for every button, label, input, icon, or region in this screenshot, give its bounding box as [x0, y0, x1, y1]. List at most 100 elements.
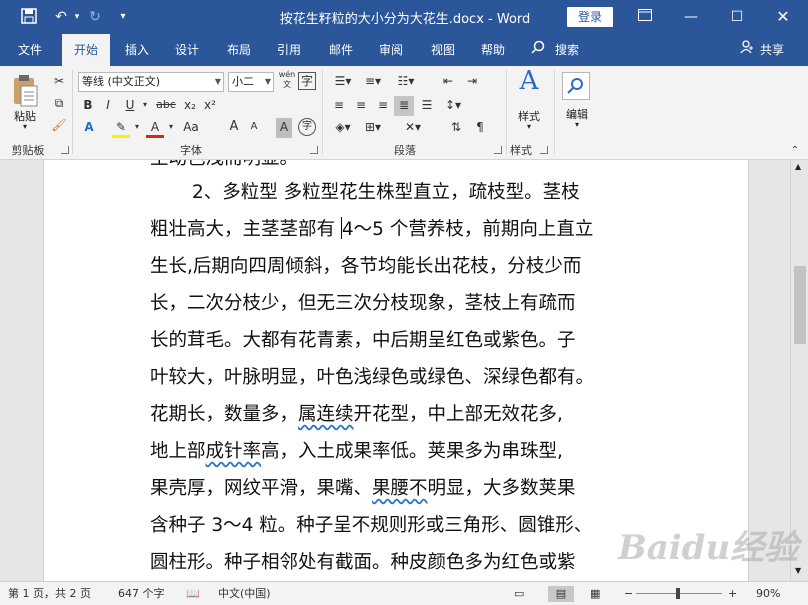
paste-icon[interactable] — [10, 74, 40, 108]
language-indicator[interactable]: 中文(中国) — [218, 586, 271, 602]
paragraph-launcher-icon[interactable] — [494, 146, 502, 154]
decrease-indent-icon[interactable]: ⇤ — [438, 72, 458, 92]
show-marks-icon[interactable]: ¶ — [470, 118, 490, 138]
sort-icon[interactable]: ⇅ — [446, 118, 466, 138]
tab-mailings[interactable]: 邮件 — [318, 34, 364, 66]
highlight-dropdown-icon[interactable]: ▾ — [132, 118, 142, 138]
grammar-flag[interactable]: 属连续 — [298, 404, 354, 425]
subscript-button[interactable]: x₂ — [182, 96, 198, 116]
italic-button[interactable]: I — [100, 96, 116, 116]
watermark-text: Baidu经验 — [618, 528, 799, 568]
web-layout-icon[interactable]: ▦ — [590, 586, 600, 602]
change-case-button[interactable]: Aa — [180, 118, 202, 138]
text-segment: 粗壮高大，主茎茎部有 — [150, 219, 336, 240]
zoom-out-button[interactable]: − — [624, 586, 633, 602]
tab-help[interactable]: 帮助 — [470, 34, 516, 66]
scrollbar-thumb[interactable] — [794, 266, 806, 344]
scroll-up-icon[interactable]: ▲ — [795, 162, 801, 171]
save-icon[interactable] — [20, 8, 38, 26]
ribbon-display-options-icon[interactable] — [622, 0, 668, 34]
highlight-icon[interactable]: ✎ — [112, 118, 130, 138]
customize-quick-access-icon[interactable]: ▾ — [114, 8, 132, 26]
grammar-flag[interactable]: 成针率 — [206, 441, 262, 462]
bullets-icon[interactable]: ☰▾ — [330, 72, 356, 92]
copy-icon[interactable]: ⧉ — [50, 94, 68, 114]
shrink-font-button[interactable]: A — [246, 118, 262, 138]
text-segment: 高，入土成果率低。荚果多为串珠型, — [261, 441, 563, 462]
document-page[interactable]: 生动色浅而明显。 2、多粒型 多粒型花生株型直立，疏枝型。茎枝 粗壮高大，主茎茎… — [43, 160, 749, 581]
text-segment: 4～5 个营养枝，前期向上直立 — [341, 219, 594, 240]
close-icon[interactable]: ✕ — [760, 0, 806, 34]
find-icon[interactable] — [562, 72, 590, 100]
share-icon[interactable] — [738, 34, 756, 66]
shading-icon[interactable]: ◈▾ — [330, 118, 356, 138]
tab-review[interactable]: 审阅 — [368, 34, 414, 66]
phonetic-guide-button[interactable]: wén 文 — [278, 70, 296, 90]
grammar-flag[interactable]: 果腰不 — [372, 478, 428, 499]
font-name-combo[interactable]: 等线 (中文正文) ▼ — [78, 72, 224, 92]
tab-view[interactable]: 视图 — [420, 34, 466, 66]
borders-icon[interactable]: ⊞▾ — [360, 118, 386, 138]
grow-font-button[interactable]: A — [226, 118, 242, 138]
collapse-ribbon-icon[interactable]: ⌃ — [788, 142, 802, 162]
chinese-layout-icon[interactable]: ✕▾ — [400, 118, 426, 138]
font-color-button[interactable]: A — [146, 118, 164, 138]
search-label[interactable]: 搜索 — [550, 34, 584, 66]
chevron-down-icon: ▼ — [264, 77, 271, 86]
justify-icon[interactable]: ≣ — [394, 96, 414, 116]
styles-launcher-icon[interactable] — [540, 146, 548, 154]
search-icon[interactable] — [530, 34, 546, 66]
enclose-character-button[interactable]: 字 — [298, 72, 316, 90]
align-center-icon[interactable]: ≡ — [352, 96, 370, 116]
clipboard-launcher-icon[interactable] — [61, 146, 69, 154]
tab-design[interactable]: 设计 — [164, 34, 210, 66]
paragraph-group-label: 段落 — [394, 144, 416, 157]
styles-dropdown-icon[interactable]: ▾ — [524, 122, 534, 131]
cut-icon[interactable]: ✂ — [50, 72, 68, 92]
font-launcher-icon[interactable] — [310, 146, 318, 154]
read-mode-icon[interactable]: ▭ — [514, 586, 524, 602]
paste-dropdown-icon[interactable]: ▾ — [20, 122, 30, 131]
tab-home[interactable]: 开始 — [62, 34, 110, 66]
font-color-dropdown-icon[interactable]: ▾ — [166, 118, 176, 138]
format-painter-icon[interactable]: 🖌 — [50, 116, 68, 136]
character-shading-button[interactable]: A — [276, 118, 292, 138]
increase-indent-icon[interactable]: ⇥ — [462, 72, 482, 92]
share-button[interactable]: 共享 — [756, 34, 788, 66]
print-layout-icon[interactable]: ▤ — [548, 586, 574, 602]
enclose-char-circle-button[interactable]: 字 — [298, 118, 316, 136]
redo-icon[interactable]: ↻ — [86, 8, 104, 26]
numbering-icon[interactable]: ≡▾ — [360, 72, 386, 92]
text-line: 长的茸毛。大都有花青素，中后期呈红色或紫色。子 — [150, 330, 576, 351]
tab-insert[interactable]: 插入 — [114, 34, 160, 66]
strikethrough-button[interactable]: abc — [154, 96, 178, 116]
zoom-in-button[interactable]: + — [728, 586, 737, 602]
underline-button[interactable]: U — [122, 96, 138, 116]
minimize-icon[interactable]: — — [668, 0, 714, 34]
login-button[interactable]: 登录 — [567, 7, 613, 27]
vertical-scrollbar[interactable]: ▲ ▼ — [790, 160, 808, 581]
maximize-icon[interactable]: ☐ — [714, 0, 760, 34]
undo-dropdown-icon[interactable]: ▾ — [68, 8, 86, 26]
tab-references[interactable]: 引用 — [266, 34, 312, 66]
line-spacing-icon[interactable]: ↕▾ — [440, 96, 466, 116]
tab-layout[interactable]: 布局 — [216, 34, 262, 66]
font-size-combo[interactable]: 小二 ▼ — [228, 72, 274, 92]
zoom-level[interactable]: 90% — [756, 586, 780, 602]
multilevel-list-icon[interactable]: ☷▾ — [392, 72, 420, 92]
underline-dropdown-icon[interactable]: ▾ — [140, 96, 150, 116]
tab-file[interactable]: 文件 — [6, 34, 54, 66]
bold-button[interactable]: B — [80, 96, 96, 116]
text-line: 2、多粒型 多粒型花生株型直立，疏枝型。茎枝 — [192, 182, 580, 203]
text-effects-button[interactable]: A — [80, 118, 98, 138]
align-left-icon[interactable]: ≡ — [330, 96, 348, 116]
editing-dropdown-icon[interactable]: ▾ — [572, 120, 582, 129]
word-count[interactable]: 647 个字 — [118, 586, 165, 602]
superscript-button[interactable]: x² — [202, 96, 218, 116]
align-right-icon[interactable]: ≡ — [374, 96, 392, 116]
zoom-slider-handle[interactable] — [676, 588, 680, 599]
styles-icon[interactable]: A — [514, 68, 544, 106]
proofing-icon[interactable]: 📖 — [186, 586, 200, 602]
distributed-icon[interactable]: ☰ — [418, 96, 436, 116]
page-count[interactable]: 第 1 页，共 2 页 — [8, 586, 91, 602]
